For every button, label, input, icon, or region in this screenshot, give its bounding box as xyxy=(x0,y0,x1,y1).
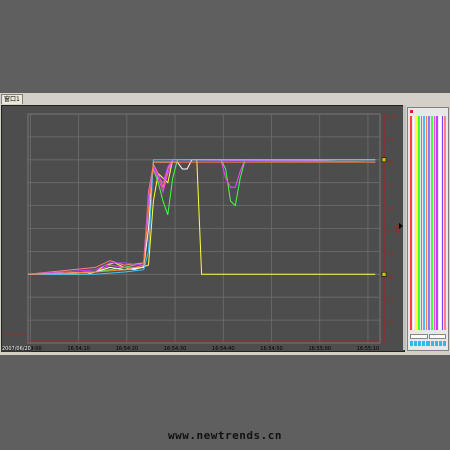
right-tick-label: 10 xyxy=(388,320,394,325)
x-tick-label: 16:54:40 xyxy=(212,346,234,351)
channel-strip-1[interactable] xyxy=(410,116,412,330)
watermark-url: www.newtrends.cn xyxy=(168,429,282,442)
channel-square-6[interactable] xyxy=(430,341,434,346)
x-tick-label: 16:54:50 xyxy=(260,346,282,351)
red-marker-icon xyxy=(410,110,413,113)
channel-square-2[interactable] xyxy=(414,341,418,346)
channel-strip-5[interactable] xyxy=(420,116,423,330)
channel-strip-2[interactable] xyxy=(412,116,415,330)
channel-squares[interactable] xyxy=(410,341,446,346)
channel-strip-3[interactable] xyxy=(415,116,417,330)
right-tick-label: 40 xyxy=(388,251,394,256)
x-tick-label: 16:54:20 xyxy=(116,346,138,351)
channel-color-strips xyxy=(410,116,446,330)
trend-chart[interactable]: 16:54:0016:54:1016:54:2016:54:3016:54:40… xyxy=(1,105,405,352)
channel-strip-12[interactable] xyxy=(439,116,441,330)
scroll-buttons[interactable] xyxy=(410,334,446,339)
channel-square-1[interactable] xyxy=(410,341,414,346)
channel-square-5[interactable] xyxy=(426,341,430,346)
x-tick-label: 16:54:10 xyxy=(67,346,89,351)
right-tick-label: 70 xyxy=(388,183,394,188)
collapse-arrow-icon[interactable] xyxy=(399,223,403,229)
channel-strip-11[interactable] xyxy=(436,116,439,330)
channel-strip-10[interactable] xyxy=(433,116,436,330)
channel-strip-13[interactable] xyxy=(441,116,444,330)
channel-square-7[interactable] xyxy=(434,341,438,346)
trend-chart-svg: 16:54:0016:54:1016:54:2016:54:3016:54:40… xyxy=(4,113,401,351)
channel-strip-8[interactable] xyxy=(428,116,431,330)
right-tick-label: 60 xyxy=(388,206,394,211)
channel-strip-14[interactable] xyxy=(444,116,446,330)
x-tick-label: 16:54:30 xyxy=(164,346,186,351)
cursor-marker-low xyxy=(381,272,387,277)
scroll-right-button[interactable] xyxy=(428,334,446,339)
x-tick-label: 16:55:00 xyxy=(308,346,330,351)
right-tick-label: 80 xyxy=(388,160,394,165)
right-tick-label: 100 xyxy=(388,114,396,119)
tab-window-1[interactable]: 窗口1 xyxy=(1,94,23,104)
channel-legend-panel[interactable] xyxy=(407,107,449,351)
scroll-left-button[interactable] xyxy=(410,334,428,339)
channel-square-4[interactable] xyxy=(422,341,426,346)
right-tick-label: 30 xyxy=(388,274,394,279)
channel-strip-9[interactable] xyxy=(431,116,433,330)
date-label: 2007/06/20 xyxy=(1,346,32,352)
trend-window: 窗口1 16:54:0016:54:1016:54:2016:54:3016:5… xyxy=(0,93,450,355)
x-tick-label: 16:55:10 xyxy=(357,346,379,351)
channel-strip-4[interactable] xyxy=(417,116,420,330)
channel-square-3[interactable] xyxy=(418,341,422,346)
channel-strip-7[interactable] xyxy=(425,116,428,330)
right-tick-label: 20 xyxy=(388,297,394,302)
channel-square-9[interactable] xyxy=(442,341,446,346)
channel-strip-6[interactable] xyxy=(423,116,425,330)
panel-splitter[interactable] xyxy=(403,105,406,350)
right-tick-label: 90 xyxy=(388,137,394,142)
right-tick-label: 50 xyxy=(388,229,394,234)
channel-square-8[interactable] xyxy=(438,341,442,346)
cursor-marker-high xyxy=(381,157,387,163)
